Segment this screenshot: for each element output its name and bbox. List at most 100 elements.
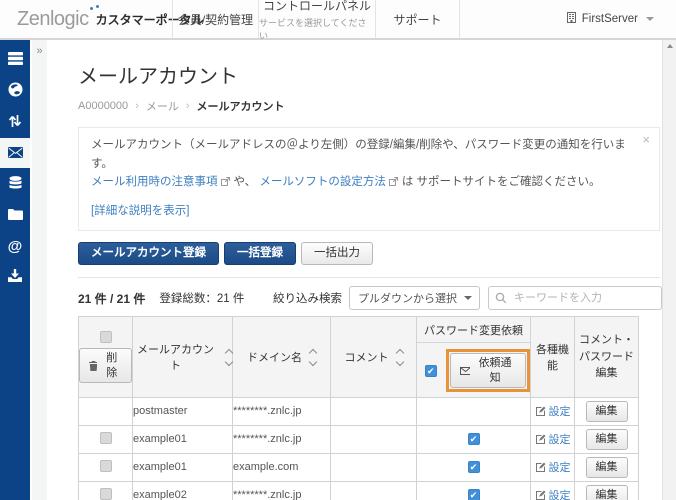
sidebar-item-files[interactable] (0, 200, 30, 230)
page-title: メールアカウント (78, 66, 238, 88)
sidebar-item-import[interactable] (0, 262, 30, 292)
nav-control-panel[interactable]: コントロールパネル サービスを選択してください (258, 0, 375, 41)
column-header-edit: コメント・パスワード編集 (574, 316, 639, 398)
edit-button[interactable]: 編集 (585, 457, 628, 478)
comment-cell (330, 424, 417, 454)
close-icon[interactable]: × (642, 133, 650, 146)
bulk-export-button[interactable]: 一括出力 (301, 241, 373, 266)
record-total: 登録総数：21 件 (159, 293, 245, 306)
sidebar-expand-button[interactable]: » (32, 40, 47, 57)
search-icon (495, 293, 507, 304)
row-checkbox[interactable] (99, 487, 112, 500)
edit-cell: 編集 (574, 396, 639, 426)
nav-member-management[interactable]: 会員/契約管理 (172, 0, 258, 38)
notice-line2: メール利用時の注意事項 や、 メールソフトの設定方法は サポートサイトをご確認くだ… (91, 173, 633, 193)
password-change-cell: ✔ (416, 452, 531, 482)
domain-cell: ********.znlc.jp (232, 424, 331, 454)
functions-cell: 設定 (530, 452, 575, 482)
password-change-checkbox[interactable]: ✔ (467, 461, 480, 474)
main-content: メールアカウント A0000000 › メール › メールアカウント メールアカ… (47, 40, 662, 500)
brand: Zenlogic カスタマーポータル (0, 0, 204, 38)
password-change-checkbox[interactable]: ✔ (467, 489, 480, 500)
show-details-link[interactable]: [詳細な説明を表示] (91, 202, 189, 221)
column-header-account: メールアカウント (132, 316, 234, 398)
settings-link[interactable]: 設定 (535, 403, 571, 419)
top-nav: 会員/契約管理 コントロールパネル サービスを選択してください サポート (172, 0, 460, 41)
top-bar: Zenlogic カスタマーポータル 会員/契約管理 コントロールパネル サービ… (0, 0, 676, 41)
settings-link[interactable]: 設定 (535, 431, 571, 447)
notice-box: メールアカウント（メールアドレスの＠より左側）の登録/編集/削除や、パスワード変… (78, 127, 660, 231)
password-change-cell (416, 396, 531, 426)
table-row: postmaster ********.znlc.jp 設定 編集 (78, 396, 639, 426)
select-all-checkbox[interactable] (99, 331, 112, 344)
nav-support[interactable]: サポート (375, 0, 460, 38)
select-column-header: 削除 (78, 316, 133, 398)
row-checkbox[interactable] (99, 431, 112, 444)
bulk-register-button[interactable]: 一括登録 (224, 241, 296, 266)
sidebar-item-database[interactable] (0, 169, 30, 199)
comment-cell (330, 396, 417, 426)
delete-button[interactable]: 削除 (79, 348, 132, 383)
globe-icon (8, 82, 23, 100)
sidebar-item-mail[interactable] (0, 138, 30, 168)
keyword-search (488, 286, 662, 311)
edit-settings-icon (535, 406, 545, 416)
password-change-cell: ✔ (416, 424, 531, 454)
scroll-up-icon[interactable] (666, 44, 673, 48)
mail-software-setup-link[interactable]: メールソフトの設定方法 (259, 176, 386, 188)
edit-cell: 編集 (574, 480, 639, 500)
filter-dropdown[interactable]: プルダウンから選択 (349, 286, 480, 311)
usage-notes-link[interactable]: メール利用時の注意事項 (91, 176, 218, 188)
functions-cell: 設定 (530, 424, 575, 454)
account-cell: example02 (132, 480, 233, 500)
notify-request-button[interactable]: 依頼通知 (449, 353, 526, 388)
sort-icons[interactable] (224, 348, 234, 366)
account-cell: example01 (132, 424, 233, 454)
breadcrumb-root[interactable]: A0000000 (78, 100, 128, 112)
sort-icons[interactable] (395, 348, 404, 366)
sidebar-item-transfer[interactable] (0, 107, 30, 137)
sidebar: @ (0, 40, 30, 500)
breadcrumb-mail[interactable]: メール (146, 98, 179, 114)
highlight-box: 依頼通知 (445, 349, 530, 392)
sidebar-item-domain[interactable] (0, 76, 30, 106)
edit-button[interactable]: 編集 (585, 485, 628, 500)
account-cell: postmaster (132, 396, 233, 426)
external-link-icon (220, 174, 231, 193)
trash-icon (89, 360, 98, 371)
vertical-scrollbar[interactable] (662, 40, 676, 500)
record-count: 21 件 / 21 件 (78, 291, 146, 306)
row-select-cell (78, 480, 133, 500)
edit-button[interactable]: 編集 (585, 401, 628, 422)
divider (78, 277, 660, 279)
sidebar-item-servers[interactable] (0, 45, 30, 75)
envelope-icon (459, 366, 471, 375)
server-building-icon (566, 12, 576, 26)
mail-accounts-table: 削除 メールアカウント ドメイン名 コメント パスワード変更依頼 ✔ 依頼通知 … (78, 316, 639, 500)
table-row: example02 ********.znlc.jp ✔ 設定 編集 (78, 480, 639, 500)
external-link-icon (388, 174, 399, 193)
row-select-cell (78, 424, 133, 454)
edit-settings-icon (535, 462, 545, 472)
table-row: example01 example.com ✔ 設定 編集 (78, 452, 639, 482)
import-icon (8, 269, 22, 285)
column-header-domain: ドメイン名 (232, 316, 331, 398)
functions-cell: 設定 (530, 480, 575, 500)
register-account-button[interactable]: メールアカウント登録 (78, 241, 219, 266)
settings-link[interactable]: 設定 (535, 487, 571, 500)
sort-icons[interactable] (308, 348, 318, 366)
database-icon (9, 175, 22, 193)
password-change-checkbox[interactable]: ✔ (467, 433, 480, 446)
sidebar-item-webmail[interactable]: @ (0, 231, 30, 261)
password-select-all-checkbox[interactable]: ✔ (425, 364, 437, 377)
chevron-down-icon (646, 17, 654, 21)
settings-link[interactable]: 設定 (535, 459, 571, 475)
chevron-down-icon (464, 296, 472, 301)
search-input[interactable] (488, 286, 662, 311)
row-checkbox[interactable] (99, 459, 112, 472)
edit-cell: 編集 (574, 424, 639, 454)
edit-button[interactable]: 編集 (585, 429, 628, 450)
account-menu[interactable]: FirstServer (566, 0, 676, 38)
servers-icon (7, 52, 23, 68)
breadcrumb-current: メールアカウント (196, 101, 285, 113)
